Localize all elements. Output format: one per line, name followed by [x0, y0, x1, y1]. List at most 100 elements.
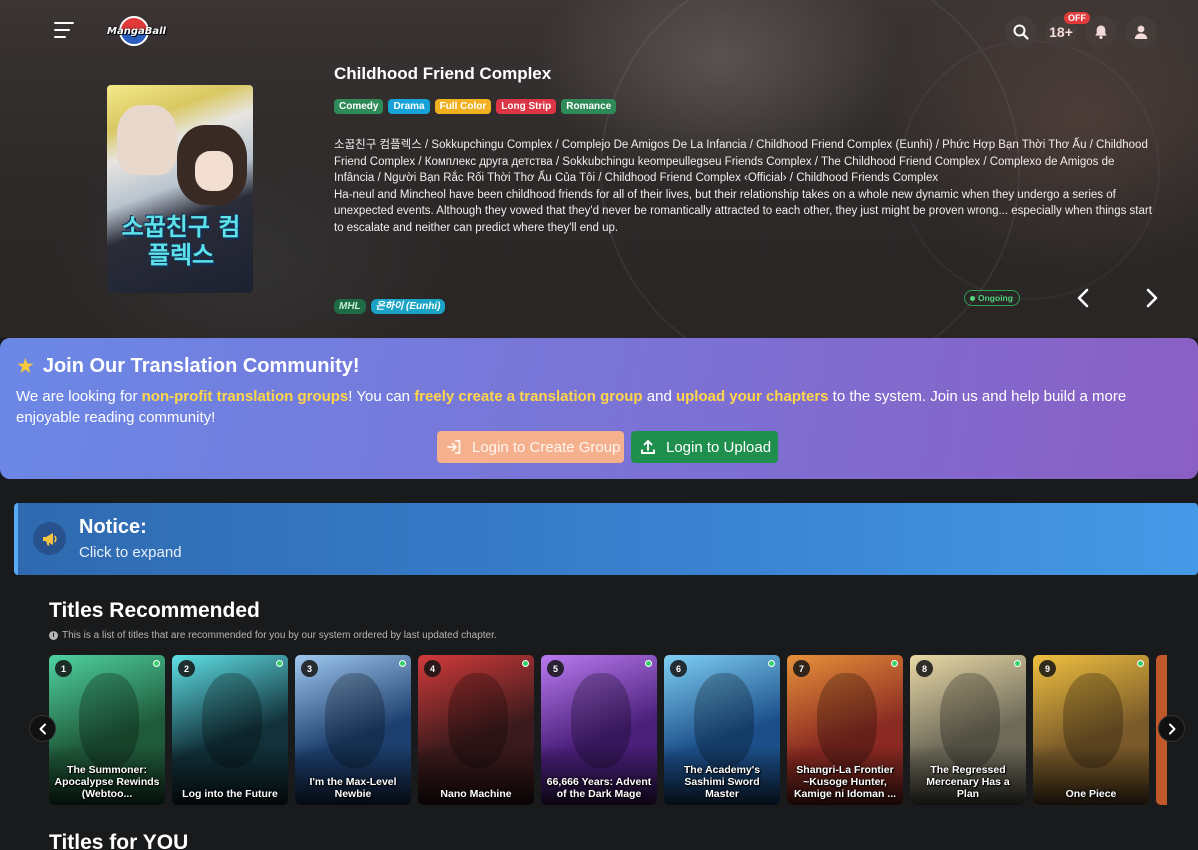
- recommended-card[interactable]: 5 66,666 Years: Advent of the Dark Mage: [541, 655, 657, 805]
- tag-full-color[interactable]: Full Color: [434, 99, 492, 114]
- megaphone-icon: [42, 532, 57, 545]
- community-highlight: freely create a translation group: [414, 388, 643, 405]
- chevron-left-icon[interactable]: [1072, 286, 1096, 310]
- login-upload-button[interactable]: Login to Upload: [631, 431, 778, 463]
- online-dot-icon: [768, 660, 775, 667]
- tag-long-strip[interactable]: Long Strip: [496, 99, 557, 114]
- chevron-right-icon: [1168, 723, 1175, 734]
- online-dot-icon: [891, 660, 898, 667]
- menu-icon[interactable]: [54, 22, 76, 42]
- notice-subtitle: Click to expand: [79, 544, 182, 561]
- rank-badge: 9: [1039, 660, 1056, 677]
- status-dot-icon: [970, 295, 975, 301]
- community-text-part: ! You can: [348, 388, 415, 405]
- login-upload-label: Login to Upload: [666, 438, 772, 456]
- community-heading: ★ Join Our Translation Community!: [16, 355, 360, 378]
- recommended-card[interactable]: 6 The Academy's Sashimi Sword Master: [664, 655, 780, 805]
- rank-badge: 6: [670, 660, 687, 677]
- card-title: One Piece: [1065, 788, 1117, 800]
- card-title: The Academy's Sashimi Sword Master: [683, 764, 761, 800]
- off-badge: OFF: [1064, 12, 1090, 24]
- recommended-card[interactable]: 1 The Summoner: Apocalypse Rewinds (Webt…: [49, 655, 165, 805]
- search-icon: [1013, 24, 1029, 40]
- online-dot-icon: [522, 660, 529, 667]
- recommended-card[interactable]: 3 I'm the Max-Level Newbie: [295, 655, 411, 805]
- card-title: 66,666 Years: Advent of the Dark Mage: [546, 776, 652, 800]
- community-highlight: non-profit translation groups: [141, 388, 349, 405]
- carousel-prev-button[interactable]: [29, 715, 56, 742]
- account-button[interactable]: [1125, 16, 1157, 48]
- community-highlight: upload your chapters: [675, 388, 829, 405]
- rank-badge: 3: [301, 660, 318, 677]
- recommended-note-text: This is a list of titles that are recomm…: [62, 630, 497, 641]
- cover-art: [195, 151, 233, 191]
- tag-romance[interactable]: Romance: [561, 99, 617, 114]
- recommended-card[interactable]: 7 Shangri-La Frontier ~Kusoge Hunter, Ka…: [787, 655, 903, 805]
- bell-icon: [1095, 25, 1107, 39]
- authors: MHL 은하이 (Eunhi): [334, 299, 446, 314]
- translation-community-banner: ★ Join Our Translation Community! We are…: [0, 338, 1198, 479]
- recommended-title: Titles Recommended: [49, 599, 260, 622]
- logo-text: MangaBall: [107, 26, 166, 37]
- online-dot-icon: [276, 660, 283, 667]
- rank-badge: 1: [55, 660, 72, 677]
- login-create-group-label: Login to Create Group: [472, 438, 621, 456]
- recommended-carousel: 1 The Summoner: Apocalypse Rewinds (Webt…: [49, 655, 1167, 805]
- community-text-part: We are looking for: [16, 388, 142, 405]
- community-text-part: and: [642, 388, 676, 405]
- user-icon: [1134, 25, 1148, 39]
- artist-tag[interactable]: 은하이 (Eunhi): [370, 299, 446, 314]
- status-badge: Ongoing: [964, 290, 1020, 306]
- notifications-button[interactable]: [1085, 16, 1117, 48]
- cover-art: [117, 105, 177, 175]
- online-dot-icon: [645, 660, 652, 667]
- card-title: Log into the Future: [182, 788, 278, 800]
- card-title: Shangri-La Frontier ~Kusoge Hunter, Kami…: [793, 764, 897, 800]
- rank-badge: 7: [793, 660, 810, 677]
- chevron-right-icon[interactable]: [1139, 286, 1163, 310]
- tag-comedy[interactable]: Comedy: [334, 99, 384, 114]
- card-title: I'm the Max-Level Newbie: [309, 776, 397, 800]
- manga-description: 소꿉친구 컴플렉스 / Sokkupchingu Complex / Compl…: [334, 137, 1154, 236]
- card-title: The Regressed Mercenary Has a Plan: [926, 764, 1010, 800]
- login-icon: [447, 440, 461, 454]
- tag-drama[interactable]: Drama: [388, 99, 430, 114]
- upload-icon: [641, 440, 655, 454]
- search-button[interactable]: [1005, 16, 1037, 48]
- rank-badge: 8: [916, 660, 933, 677]
- recommended-card[interactable]: 2 Log into the Future: [172, 655, 288, 805]
- for-you-title: Titles for YOU: [49, 831, 189, 850]
- info-icon: i: [49, 631, 58, 640]
- rank-badge: 2: [178, 660, 195, 677]
- card-title: Nano Machine: [440, 788, 512, 800]
- author-tag[interactable]: MHL: [334, 299, 366, 314]
- rank-badge: 5: [547, 660, 564, 677]
- hero-banner: MangaBall 18+ OFF 소꿉친구 컴플렉스 Childhood Fr…: [0, 0, 1198, 338]
- online-dot-icon: [399, 660, 406, 667]
- recommended-note: i This is a list of titles that are reco…: [49, 630, 497, 641]
- recommended-card[interactable]: 8 The Regressed Mercenary Has a Plan: [910, 655, 1026, 805]
- notice-panel[interactable]: Notice: Click to expand: [14, 503, 1198, 575]
- star-icon: ★: [16, 354, 35, 378]
- cover-title: 소꿉친구 컴플렉스: [121, 213, 241, 269]
- community-title: Join Our Translation Community!: [42, 355, 360, 377]
- carousel-next-button[interactable]: [1158, 715, 1185, 742]
- synopsis: Ha-neul and Mincheol have been childhood…: [334, 188, 1152, 234]
- status-label: Ongoing: [978, 293, 1013, 303]
- chevron-left-icon: [39, 723, 46, 734]
- online-dot-icon: [153, 660, 160, 667]
- alt-titles: 소꿉친구 컴플렉스 / Sokkupchingu Complex / Compl…: [334, 139, 1148, 184]
- manga-title[interactable]: Childhood Friend Complex: [334, 64, 551, 84]
- rank-badge: 4: [424, 660, 441, 677]
- notice-icon-wrap: [33, 522, 66, 555]
- card-title: The Summoner: Apocalypse Rewinds (Webtoo…: [54, 764, 160, 800]
- site-logo[interactable]: MangaBall: [107, 16, 166, 50]
- recommended-card[interactable]: 4 Nano Machine: [418, 655, 534, 805]
- manga-cover[interactable]: 소꿉친구 컴플렉스: [107, 85, 253, 293]
- community-text: We are looking for non-profit translatio…: [16, 386, 1176, 428]
- genre-tags: Comedy Drama Full Color Long Strip Roman…: [334, 99, 617, 114]
- online-dot-icon: [1014, 660, 1021, 667]
- login-create-group-button[interactable]: Login to Create Group: [437, 431, 624, 463]
- recommended-card[interactable]: 9 One Piece: [1033, 655, 1149, 805]
- age-label: 18+: [1049, 24, 1073, 40]
